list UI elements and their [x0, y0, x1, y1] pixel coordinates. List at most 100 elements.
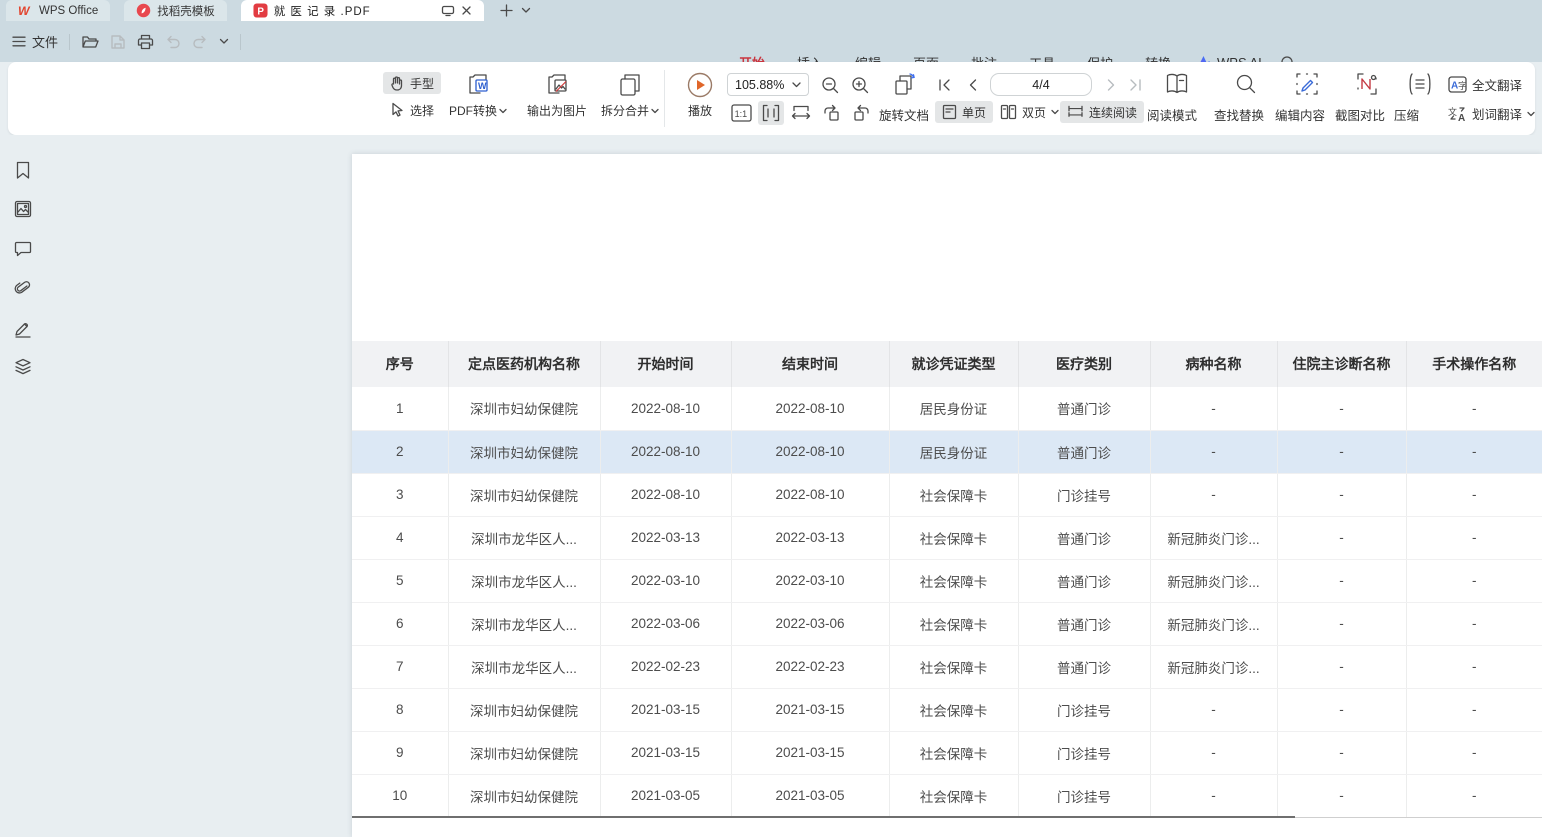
thumbnails-panel-button[interactable]: [13, 199, 33, 219]
rotate-doc-label[interactable]: 旋转文档: [879, 105, 929, 124]
tab-label: WPS Office: [39, 5, 98, 17]
fit-page-button[interactable]: [758, 101, 784, 125]
undo-icon[interactable]: [165, 35, 181, 49]
paperclip-icon: [14, 280, 32, 298]
rotate-right-button[interactable]: [848, 101, 874, 125]
quick-access-chevron-icon[interactable]: [219, 38, 229, 45]
table-cell: 深圳市妇幼保健院: [448, 731, 600, 774]
table-cell: -: [1150, 774, 1277, 817]
table-header-cell: 住院主诊断名称: [1277, 341, 1406, 387]
monitor-icon[interactable]: [441, 5, 455, 17]
single-page-button[interactable]: 单页: [935, 101, 993, 123]
tab-wps-office[interactable]: W WPS Office: [6, 0, 110, 21]
table-cell: 社会保障卡: [889, 645, 1018, 688]
compress-button[interactable]: [1406, 70, 1434, 98]
table-cell: 10: [352, 774, 448, 817]
close-icon[interactable]: [461, 5, 472, 16]
attachment-panel-button[interactable]: [13, 279, 33, 299]
cursor-icon: [390, 102, 405, 118]
edit-content-label[interactable]: 编辑内容: [1275, 105, 1325, 124]
first-page-button[interactable]: [933, 74, 955, 96]
top-chrome: W WPS Office 找稻壳模板 P 就 医 记 录 .PDF: [0, 0, 1542, 62]
table-cell: 深圳市龙华区人...: [448, 602, 600, 645]
read-mode-label[interactable]: 阅读模式: [1147, 105, 1197, 124]
table-cell: -: [1150, 387, 1277, 430]
replace-pages-button[interactable]: [888, 69, 920, 101]
table-cell: 2021-03-15: [731, 688, 889, 731]
table-cell: 2022-08-10: [731, 473, 889, 516]
comment-panel-button[interactable]: [13, 239, 33, 259]
table-cell: 2022-03-13: [731, 516, 889, 559]
table-cell: 9: [352, 731, 448, 774]
prev-page-button[interactable]: [961, 74, 983, 96]
table-header-cell: 医疗类别: [1018, 341, 1150, 387]
table-cell: 2021-03-15: [600, 688, 731, 731]
find-replace-button[interactable]: [1232, 70, 1260, 98]
table-cell: 深圳市妇幼保健院: [448, 473, 600, 516]
table-cell: -: [1277, 473, 1406, 516]
pdf-page[interactable]: 序号定点医药机构名称开始时间结束时间就诊凭证类型医疗类别病种名称住院主诊断名称手…: [352, 154, 1542, 837]
svg-text:A: A: [1458, 113, 1465, 123]
tab-document-pdf[interactable]: P 就 医 记 录 .PDF: [241, 0, 484, 21]
edit-content-button[interactable]: [1293, 70, 1321, 98]
chevron-down-icon: [792, 82, 801, 88]
actual-size-button[interactable]: 1:1: [728, 101, 754, 125]
print-icon[interactable]: [137, 34, 154, 50]
double-page-button[interactable]: 双页: [993, 101, 1066, 123]
zoom-in-button[interactable]: [848, 73, 872, 97]
select-tool-label: 选择: [410, 102, 434, 119]
table-cell: 社会保障卡: [889, 688, 1018, 731]
table-cell: 2021-03-05: [731, 774, 889, 817]
file-menu-label: 文件: [32, 32, 58, 51]
screenshot-compare-label[interactable]: 截图对比: [1335, 105, 1385, 124]
compress-label[interactable]: 压缩: [1394, 105, 1419, 124]
continuous-read-button[interactable]: 连续阅读: [1060, 101, 1144, 123]
last-page-button[interactable]: [1124, 74, 1146, 96]
table-row: 4深圳市龙华区人...2022-03-132022-03-13社会保障卡普通门诊…: [352, 516, 1542, 559]
full-translate-label: 全文翻译: [1472, 75, 1522, 94]
split-merge-button[interactable]: 拆分合并: [590, 70, 670, 119]
save-icon[interactable]: [110, 34, 126, 50]
page-indicator-box[interactable]: 4/4: [990, 73, 1092, 96]
rotate-left-icon: [822, 104, 841, 122]
select-tool-button[interactable]: 选择: [383, 99, 441, 121]
play-button[interactable]: 播放: [672, 70, 728, 119]
export-image-button[interactable]: 输出为图片: [516, 70, 598, 119]
file-menu-button[interactable]: 文件: [12, 32, 58, 51]
table-cell: 居民身份证: [889, 430, 1018, 473]
fit-width-button[interactable]: [788, 101, 814, 125]
table-cell: -: [1277, 645, 1406, 688]
find-replace-label[interactable]: 查找替换: [1214, 105, 1264, 124]
table-cell: -: [1406, 559, 1542, 602]
chevron-down-icon: [651, 108, 659, 114]
word-translate-button[interactable]: 文A 划词翻译: [1448, 104, 1535, 123]
bookmark-panel-button[interactable]: [13, 160, 33, 180]
annotate-panel-button[interactable]: [13, 318, 33, 338]
table-cell: -: [1150, 688, 1277, 731]
tab-docer-templates[interactable]: 找稻壳模板: [124, 0, 227, 21]
tab-list-chevron-icon[interactable]: [521, 7, 531, 14]
screenshot-compare-icon: [1355, 72, 1379, 96]
quick-access-toolbar: 文件: [0, 32, 241, 51]
rotate-left-button[interactable]: [818, 101, 844, 125]
table-header-cell: 就诊凭证类型: [889, 341, 1018, 387]
screenshot-compare-button[interactable]: [1353, 70, 1381, 98]
redo-icon[interactable]: [192, 35, 208, 49]
table-header-cell: 定点医药机构名称: [448, 341, 600, 387]
table-cell: -: [1406, 688, 1542, 731]
pdf-convert-button[interactable]: W PDF转换: [438, 70, 518, 119]
read-mode-button[interactable]: [1160, 68, 1194, 100]
first-page-icon: [938, 79, 951, 91]
table-cell: 深圳市龙华区人...: [448, 645, 600, 688]
open-file-icon[interactable]: [81, 34, 99, 50]
hand-tool-button[interactable]: 手型: [383, 72, 441, 94]
new-tab-icon[interactable]: [500, 4, 513, 17]
zoom-level-combobox[interactable]: 105.88%: [727, 73, 809, 96]
full-translate-button[interactable]: A字 全文翻译: [1448, 75, 1522, 94]
zoom-out-button[interactable]: [818, 73, 842, 97]
next-page-button[interactable]: [1100, 74, 1122, 96]
table-cell: 3: [352, 473, 448, 516]
layers-panel-button[interactable]: [13, 357, 33, 377]
divider: [240, 34, 241, 50]
table-cell: -: [1277, 688, 1406, 731]
